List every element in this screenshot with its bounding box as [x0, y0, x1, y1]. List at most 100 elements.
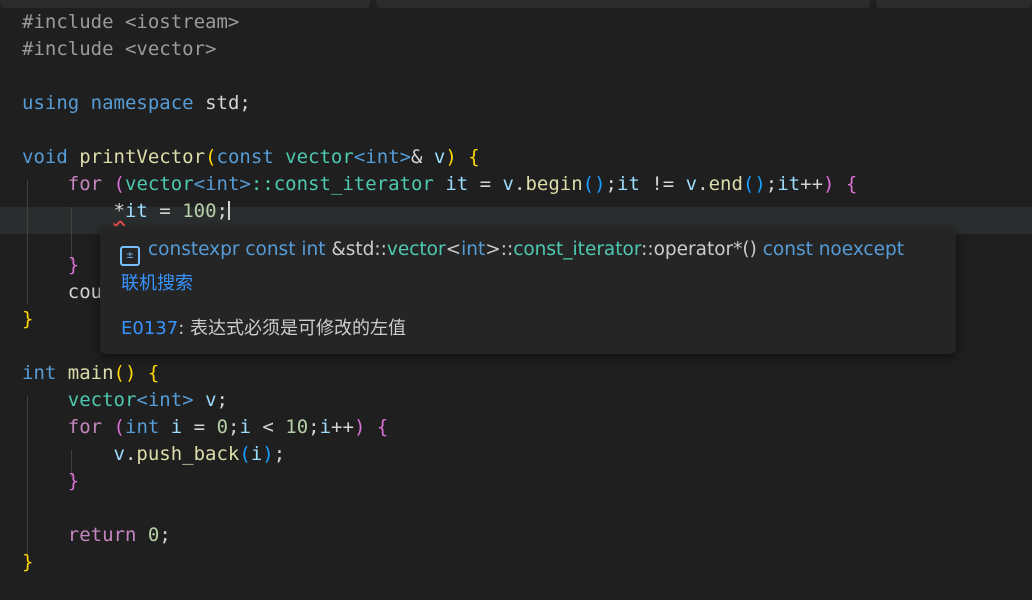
call-parens: () — [742, 173, 766, 195]
hover-signature: ± constexpr const int &std::vector<int>::… — [120, 236, 904, 266]
var-i: i — [250, 443, 263, 465]
var-it: it — [777, 173, 801, 195]
operator-assign: = — [147, 200, 183, 222]
number-literal: 100 — [182, 200, 217, 222]
var-v: v — [205, 389, 217, 411]
brace-close: } — [67, 470, 80, 492]
operator-increment: ++ — [800, 173, 824, 195]
tab-strip-segment — [376, 0, 870, 8]
include-header: <vector> — [124, 38, 217, 60]
return-type: void — [22, 146, 68, 168]
sig-ref-std: &std — [325, 239, 375, 260]
semicolon: ; — [308, 416, 320, 438]
hover-tooltip: ± constexpr const int &std::vector<int>::… — [100, 228, 956, 354]
brace-open: { — [376, 416, 389, 438]
brace-close: } — [67, 254, 80, 276]
type-int: int — [125, 416, 160, 438]
sig-int: int — [461, 239, 486, 260]
search-online-link[interactable]: 联机搜索 — [121, 270, 193, 298]
return-type: int — [22, 362, 57, 384]
code-line-18: } — [22, 468, 79, 495]
sig-keywords: constexpr const int — [148, 239, 326, 260]
sig-const-iterator: const_iterator — [513, 239, 642, 260]
keyword-using: using — [22, 92, 80, 114]
call-parens: () — [582, 173, 606, 195]
sig-gt: > — [485, 239, 501, 260]
error-message: E0137: 表达式必须是可修改的左值 — [121, 315, 406, 343]
function-name: printVector — [79, 146, 206, 168]
keyword-for: for — [67, 416, 103, 438]
var-v: v — [113, 443, 125, 465]
partial-identifier: cou — [67, 281, 103, 303]
paren-open: ( — [113, 416, 125, 438]
paren-open: ( — [113, 173, 125, 195]
number-literal: 10 — [285, 416, 309, 438]
operator-assign: = — [468, 173, 503, 195]
code-line-7: for (vector<int>::const_iterator it = v.… — [22, 171, 858, 198]
code-line-2: #include <vector> — [22, 36, 216, 63]
sig-vector: vector — [386, 239, 446, 260]
function-name: main — [67, 362, 114, 384]
sig-operator: operator*() — [653, 239, 757, 260]
var-i: i — [170, 416, 183, 438]
var-v: v — [685, 173, 698, 195]
operator-increment: ++ — [331, 416, 354, 438]
code-line-21: } — [22, 549, 33, 576]
operator-assign: = — [182, 416, 217, 438]
param-v: v — [433, 146, 446, 168]
preprocessor-directive: #include — [22, 38, 114, 60]
code-line-4: using namespace std; — [22, 90, 251, 117]
include-header: <iostream> — [124, 11, 240, 33]
semicolon: ; — [273, 443, 286, 465]
code-line-14: int main() { — [22, 360, 159, 387]
code-line-10: } — [22, 252, 79, 279]
paren-close: ) — [353, 416, 366, 438]
template-arg: <int> — [193, 173, 251, 195]
keyword-for: for — [67, 173, 103, 195]
brace-close: } — [22, 551, 34, 573]
code-line-20: return 0; — [22, 522, 171, 549]
code-line-1: #include <iostream> — [22, 9, 239, 36]
brace-open: { — [845, 173, 858, 195]
code-line-16: for (int i = 0;i < 10;i++) { — [22, 414, 389, 441]
dot: . — [124, 443, 137, 465]
semicolon: ; — [605, 173, 617, 195]
sig-trailing-keywords: const noexcept — [756, 239, 904, 260]
sig-sep: :: — [374, 239, 387, 260]
template-arg: <int> — [353, 146, 412, 168]
symbol-operator-icon: ± — [120, 246, 140, 266]
code-line-8: *it = 100; — [22, 198, 230, 225]
paren-close: ) — [445, 146, 457, 168]
var-it: it — [445, 173, 469, 195]
text-cursor — [227, 201, 230, 220]
keyword-return: return — [67, 524, 137, 546]
sig-lt: < — [445, 239, 462, 260]
keyword-namespace: namespace — [90, 92, 194, 114]
keyword-const: const — [216, 146, 274, 168]
type-vector: vector — [67, 389, 137, 411]
brace-open: { — [147, 362, 160, 384]
brace-open: { — [468, 146, 480, 168]
code-line-15: vector<int> v; — [22, 387, 228, 414]
number-literal: 0 — [216, 416, 229, 438]
var-i: i — [239, 416, 251, 438]
method-begin: begin — [525, 173, 583, 195]
dot: . — [697, 173, 709, 195]
type-vector: vector — [285, 146, 354, 168]
parens: () — [113, 362, 137, 384]
number-literal: 0 — [147, 524, 160, 546]
code-line-12: } — [22, 306, 33, 333]
semicolon: ; — [216, 200, 228, 222]
semicolon: ; — [765, 173, 778, 195]
error-text: : 表达式必须是可修改的左值 — [178, 318, 406, 339]
operator-lt: < — [250, 416, 286, 438]
paren-open: ( — [239, 443, 251, 465]
tab-strip-segment — [876, 0, 1032, 8]
var-v: v — [502, 173, 514, 195]
paren-close: ) — [823, 173, 835, 195]
error-code-link[interactable]: E0137 — [121, 318, 178, 339]
var-it: it — [124, 200, 148, 222]
var-it: it — [617, 173, 640, 195]
method-end: end — [708, 173, 743, 195]
semicolon: ; — [228, 416, 240, 438]
